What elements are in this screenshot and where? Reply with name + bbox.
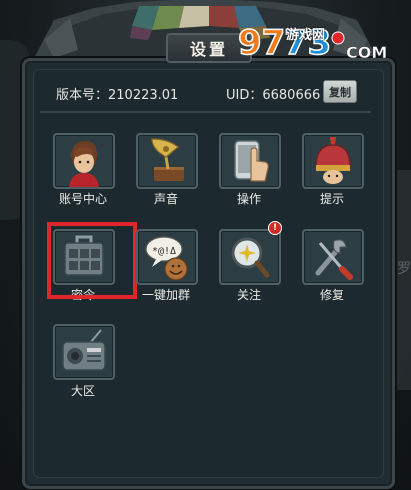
wrench-screwdriver-icon [315,239,353,280]
svg-text:COM: COM [346,43,387,62]
grid-item-label: 声音 [153,192,178,206]
join-group-button[interactable]: *@!Δ [136,229,198,285]
svg-text:97: 97 [238,23,285,62]
grid-item-label: 大区 [70,384,95,398]
magnifier-icon [231,237,270,278]
grid-item-label: 修复 [319,288,344,302]
hand-tap-icon [234,140,269,182]
helmet-icon [315,137,351,184]
server-region-button[interactable] [53,324,115,380]
notification-badge: ! [268,221,282,235]
sound-button[interactable] [136,133,198,189]
background-side-text: 罗 [397,261,411,277]
uid-label: UID：6680666 [226,88,321,103]
account-center-button[interactable] [53,133,115,189]
follow-button[interactable] [219,229,281,285]
copy-uid-button[interactable]: 复制 [323,80,357,103]
game-settings-screen: 罗 设置 97 73 COM 游戏网 版本号：210223.01 UID：668… [0,0,411,490]
gramophone-icon [151,138,184,181]
grid-item-label: 账号中心 [58,192,107,206]
version-label: 版本号：210223.01 [56,88,179,103]
tips-button[interactable] [302,133,364,189]
grid-item-label: 操作 [236,192,261,206]
svg-text:*@!Δ: *@!Δ [152,246,176,257]
grid-item-label: 一键加群 [141,288,190,302]
controls-button[interactable] [219,133,281,189]
grid-item-label: 提示 [319,192,344,206]
watermark-text: 游戏网 [286,28,326,43]
account-avatar-icon [69,141,99,187]
grid-item-label: 关注 [236,288,261,302]
divider [40,111,371,113]
radio-icon [62,329,106,371]
chat-bubble-icon: *@!Δ [145,236,188,281]
repair-button[interactable] [302,229,364,285]
